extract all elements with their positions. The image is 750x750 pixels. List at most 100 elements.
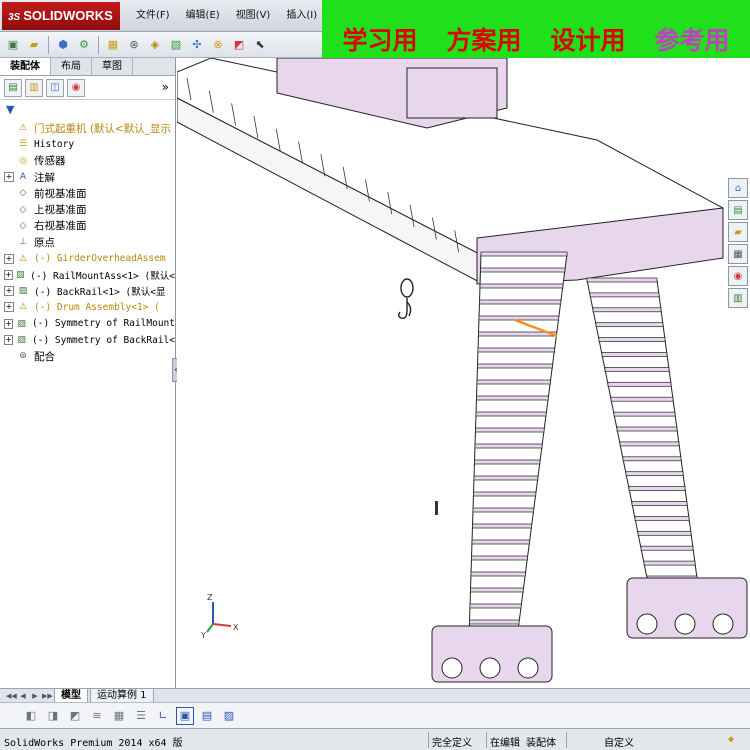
smart-fastener-icon[interactable]: ⊗ bbox=[209, 36, 227, 54]
tree-item[interactable]: ◇ 上视基准面 bbox=[0, 201, 175, 217]
leg-rung bbox=[589, 292, 660, 298]
menu-view[interactable]: 视图(V) bbox=[228, 0, 279, 32]
tree-item[interactable]: + ⚠ (-) GirderOverheadAssem bbox=[0, 250, 175, 266]
feature-manager-icon[interactable]: ▤ bbox=[4, 78, 22, 97]
mates-icon: ⊚ bbox=[19, 351, 27, 362]
explode-icon[interactable]: ▧ bbox=[167, 36, 185, 54]
display-style-icon[interactable]: ◧ bbox=[22, 707, 40, 725]
leg-rung bbox=[471, 555, 528, 561]
move-component-icon[interactable]: ◩ bbox=[230, 36, 248, 54]
next-tab-arrow-icon[interactable]: ▶ bbox=[30, 691, 40, 701]
select-icon[interactable]: ⬉ bbox=[251, 36, 269, 54]
tab-motion-study[interactable]: 运动算例 1 bbox=[90, 688, 154, 703]
display-manager-icon[interactable]: ◉ bbox=[67, 78, 85, 97]
axis-icon[interactable]: ∟ bbox=[154, 707, 172, 725]
file-explorer-icon[interactable]: ▰ bbox=[728, 222, 748, 242]
tab-assembly[interactable]: 装配体 bbox=[0, 58, 51, 75]
status-bar: SolidWorks Premium 2014 x64 版 完全定义 在编辑 装… bbox=[0, 728, 750, 750]
insert-component-icon[interactable]: ▦ bbox=[104, 36, 122, 54]
status-definition: 完全定义 bbox=[432, 738, 472, 749]
svg-text:X: X bbox=[233, 623, 239, 632]
feature-tree: ⚠ 门式起重机 (默认<默认_显示 ☰ History ◎ 传感器 + A 注解 ◇ 前视基准面… bbox=[0, 118, 175, 364]
view-orientation-icon[interactable]: ▣ bbox=[176, 706, 194, 725]
assembly-icon: ▧ bbox=[18, 286, 28, 297]
expand-plus-icon[interactable]: + bbox=[4, 335, 14, 345]
tree-item[interactable]: + ▧ (-) RailMountAss<1> (默认< bbox=[0, 267, 175, 283]
tree-item[interactable]: ⊚ 配合 bbox=[0, 348, 175, 364]
tree-item[interactable]: ◇ 前视基准面 bbox=[0, 185, 175, 201]
hide-show-icon[interactable]: ◨ bbox=[44, 707, 62, 725]
first-tab-arrow-icon[interactable]: ◀◀ bbox=[6, 691, 17, 701]
status-editing: 在编辑 装配体 bbox=[490, 738, 557, 749]
tree-item[interactable]: ◇ 右视基准面 bbox=[0, 218, 175, 234]
leg-rung bbox=[480, 251, 568, 257]
leg-rung bbox=[619, 441, 680, 447]
tree-root-label: 门式起重机 (默认<默认_显示 bbox=[34, 122, 171, 135]
command-manager-tabs: 装配体 布局 草图 bbox=[0, 58, 175, 76]
open-folder-icon[interactable]: ▰ bbox=[25, 36, 43, 54]
tab-layout[interactable]: 布局 bbox=[51, 58, 92, 75]
notification-icon[interactable]: ◆ bbox=[728, 734, 734, 745]
promo-text-2: 方案用 bbox=[446, 26, 522, 55]
assembly-feature-icon[interactable]: ◈ bbox=[146, 36, 164, 54]
leg-rung bbox=[475, 427, 545, 433]
tree-item-label: (-) Symmetry of RailMount bbox=[32, 318, 175, 330]
new-document-icon[interactable]: ▣ bbox=[4, 36, 22, 54]
status-units[interactable]: 自定义 bbox=[604, 734, 634, 749]
chart-icon[interactable]: ▨ bbox=[220, 707, 238, 725]
menu-insert[interactable]: 插入(I) bbox=[278, 0, 325, 32]
section-view-icon[interactable]: ◩ bbox=[66, 707, 84, 725]
expand-plus-icon[interactable]: + bbox=[4, 286, 14, 297]
expand-plus-icon[interactable]: + bbox=[4, 302, 14, 313]
options-icon[interactable]: ⚙ bbox=[75, 36, 93, 54]
expand-plus-icon[interactable]: + bbox=[4, 318, 14, 329]
tree-item[interactable]: + A 注解 bbox=[0, 169, 175, 185]
custom-properties-icon[interactable]: ▥ bbox=[728, 288, 748, 308]
menu-edit[interactable]: 编辑(E) bbox=[178, 0, 228, 32]
tree-item[interactable]: + ▧ (-) Symmetry of RailMount bbox=[0, 316, 175, 332]
leg-rung bbox=[469, 619, 520, 625]
lines-icon[interactable]: ≡ bbox=[88, 707, 106, 725]
library-icon[interactable]: ▤ bbox=[728, 200, 748, 220]
view-palette-icon[interactable]: ▦ bbox=[728, 244, 748, 264]
reference-icon[interactable]: ✣ bbox=[188, 36, 206, 54]
property-manager-icon[interactable]: ▥ bbox=[25, 78, 43, 97]
small-part bbox=[435, 501, 438, 515]
tree-item[interactable]: ⊥ 原点 bbox=[0, 234, 175, 250]
leg-rung bbox=[643, 560, 696, 566]
tab-model[interactable]: 模型 bbox=[54, 688, 88, 703]
mate-icon[interactable]: ⊛ bbox=[125, 36, 143, 54]
leg-rung bbox=[476, 379, 551, 385]
expand-plus-icon[interactable]: + bbox=[4, 172, 14, 183]
prev-tab-arrow-icon[interactable]: ◀ bbox=[18, 691, 28, 701]
tree-item-label: (-) RailMountAss<1> (默认< bbox=[30, 270, 175, 282]
tree-item-label: 右视基准面 bbox=[34, 220, 87, 233]
rebuild-icon[interactable]: ⬢ bbox=[54, 36, 72, 54]
crane-legs bbox=[431, 251, 748, 683]
expand-chevron-icon[interactable]: » bbox=[162, 80, 169, 94]
svg-text:Z: Z bbox=[207, 593, 213, 602]
leg-rung bbox=[477, 363, 553, 369]
filter-icon[interactable]: ▼ bbox=[0, 100, 175, 118]
expand-plus-icon[interactable]: + bbox=[4, 269, 13, 280]
list-icon[interactable]: ☰ bbox=[132, 707, 150, 725]
grid-icon[interactable]: ▦ bbox=[110, 707, 128, 725]
home-icon[interactable]: ⌂ bbox=[728, 178, 748, 198]
tree-root[interactable]: ⚠ 门式起重机 (默认<默认_显示 bbox=[0, 120, 175, 136]
configuration-manager-icon[interactable]: ◫ bbox=[46, 78, 64, 97]
tree-item[interactable]: + ▧ (-) Symmetry of BackRail< bbox=[0, 332, 175, 348]
table-icon[interactable]: ▤ bbox=[198, 707, 216, 725]
appearances-icon[interactable]: ◉ bbox=[728, 266, 748, 286]
graphics-area[interactable]: Z X Y ⌂ ▤ ▰ ▦ ◉ ▥ bbox=[177, 58, 750, 688]
last-tab-arrow-icon[interactable]: ▶▶ bbox=[42, 691, 53, 701]
tree-item[interactable]: ◎ 传感器 bbox=[0, 153, 175, 169]
tree-item[interactable]: ☰ History bbox=[0, 136, 175, 152]
expand-plus-icon[interactable]: + bbox=[4, 253, 14, 264]
menu-file[interactable]: 文件(F) bbox=[128, 0, 178, 32]
tab-sketch[interactable]: 草图 bbox=[92, 58, 133, 75]
tree-item[interactable]: + ▧ (-) BackRail<1> (默认<显 bbox=[0, 283, 175, 299]
solidworks-logo[interactable]: 3S SOLIDWORKS bbox=[2, 2, 120, 30]
leg-rung bbox=[480, 267, 566, 273]
tree-item[interactable]: + ⚠ (-) Drum Assembly<1> ( bbox=[0, 299, 175, 315]
tree-item-label: 前视基准面 bbox=[34, 187, 87, 200]
